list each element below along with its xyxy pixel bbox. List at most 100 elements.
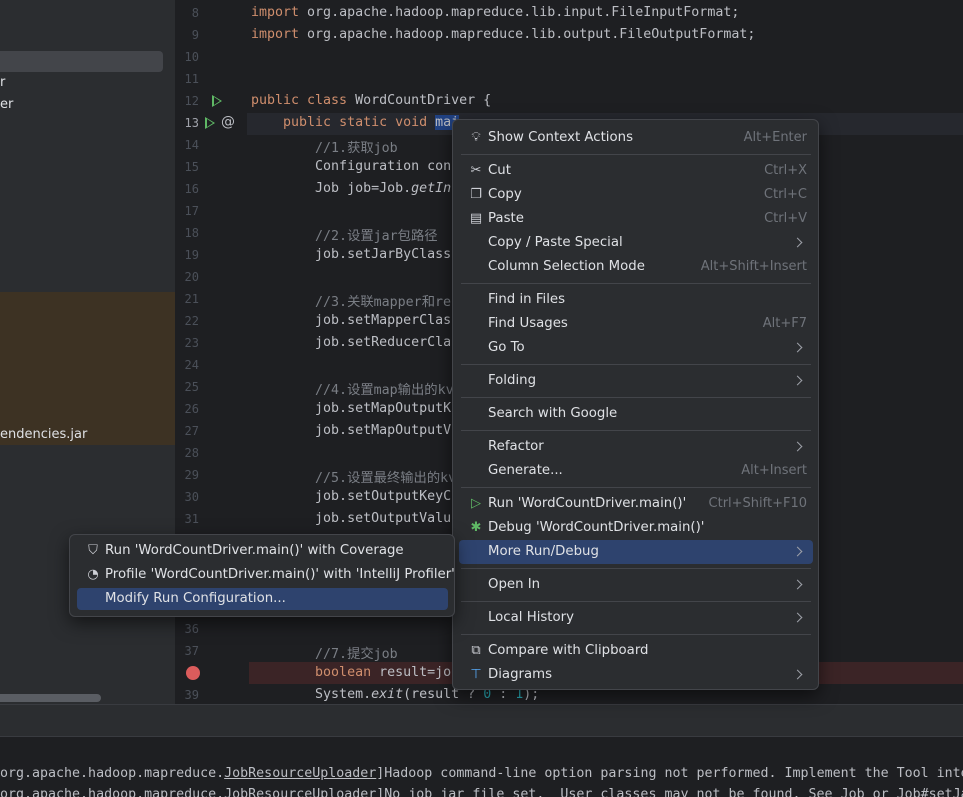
- code-line: import org.apache.hadoop.mapreduce.lib.o…: [251, 27, 756, 42]
- menu-modify-run-configuration[interactable]: Modify Run Configuration...: [77, 588, 448, 610]
- code-line: //5.设置最终输出的kv: [251, 471, 457, 486]
- menu-find-usages[interactable]: Find Usages Alt+F7: [459, 312, 813, 336]
- line-number: 21: [184, 292, 199, 306]
- menu-copy-paste-special[interactable]: Copy / Paste Special: [459, 231, 813, 255]
- menu-separator: [461, 154, 811, 155]
- editor-context-menu[interactable]: 💡︎ Show Context Actions Alt+Enter ✂ Cut …: [452, 119, 819, 690]
- menu-local-history[interactable]: Local History: [459, 606, 813, 630]
- chevron-right-icon: [792, 579, 803, 590]
- line-number: 28: [184, 446, 199, 460]
- code-line: //7.提交job: [251, 647, 398, 662]
- menu-separator: [461, 634, 811, 635]
- code-line: public class WordCountDriver {: [251, 93, 492, 108]
- override-at-icon[interactable]: @: [221, 114, 235, 130]
- menu-separator: [461, 487, 811, 488]
- menu-more-run-debug[interactable]: More Run/Debug: [459, 540, 813, 564]
- line-number: 25: [184, 380, 199, 394]
- more-run-debug-submenu[interactable]: ⛉ Run 'WordCountDriver.main()' with Cove…: [69, 534, 455, 617]
- line-number: 29: [184, 468, 199, 482]
- chevron-right-icon: [792, 546, 803, 557]
- coverage-shield-icon: ⛉: [88, 543, 98, 558]
- menu-generate[interactable]: Generate... Alt+Insert: [459, 459, 813, 483]
- menu-folding[interactable]: Folding: [459, 369, 813, 393]
- run-gutter-icon[interactable]: [205, 117, 215, 129]
- code-line: import org.apache.hadoop.mapreduce.lib.i…: [251, 5, 740, 20]
- scissors-icon: ✂: [470, 163, 482, 178]
- line-number: 23: [184, 336, 199, 350]
- chevron-right-icon: [792, 237, 803, 248]
- chevron-right-icon: [792, 669, 803, 680]
- menu-copy[interactable]: ❐ Copy Ctrl+C: [459, 183, 813, 207]
- code-line: job.setMapOutputK: [251, 401, 452, 416]
- line-number: 22: [184, 314, 199, 328]
- bug-icon: ✱: [470, 520, 482, 535]
- profiler-icon: ◔: [87, 567, 99, 582]
- menu-search-with-google[interactable]: Search with Google: [459, 402, 813, 426]
- menu-diagrams[interactable]: ⊤ Diagrams: [459, 663, 813, 687]
- line-number: 18: [184, 226, 199, 240]
- chevron-right-icon: [792, 342, 803, 353]
- menu-show-context-actions[interactable]: 💡︎ Show Context Actions Alt+Enter: [459, 126, 813, 150]
- console-line: org.apache.hadoop.mapreduce.JobResourceU…: [0, 766, 963, 781]
- menu-debug[interactable]: ✱ Debug 'WordCountDriver.main()': [459, 516, 813, 540]
- menu-paste[interactable]: ▤ Paste Ctrl+V: [459, 207, 813, 231]
- code-line: job.setOutputKeyC: [251, 489, 452, 504]
- menu-refactor[interactable]: Refactor: [459, 435, 813, 459]
- tree-item-fragment[interactable]: er: [0, 97, 13, 112]
- tool-window-tabs[interactable]: [0, 704, 963, 737]
- code-line: job.setMapOutputV: [251, 423, 452, 438]
- line-number: 20: [184, 270, 199, 284]
- menu-separator: [461, 283, 811, 284]
- line-number: 17: [184, 204, 199, 218]
- chevron-right-icon: [792, 612, 803, 623]
- menu-find-in-files[interactable]: Find in Files: [459, 288, 813, 312]
- menu-separator: [461, 568, 811, 569]
- code-line: //1.获取job: [251, 141, 398, 156]
- menu-separator: [461, 364, 811, 365]
- menu-run[interactable]: ▷ Run 'WordCountDriver.main()' Ctrl+Shif…: [459, 492, 813, 516]
- menu-compare-with-clipboard[interactable]: ⧉ Compare with Clipboard: [459, 639, 813, 663]
- chevron-right-icon: [792, 441, 803, 452]
- line-number: 15: [184, 160, 199, 174]
- line-number: 31: [184, 512, 199, 526]
- selected-tree-row[interactable]: [0, 51, 163, 72]
- paste-icon: ▤: [469, 211, 483, 226]
- code-line: job.setOutputValu: [251, 511, 452, 526]
- line-number: 14: [184, 138, 199, 152]
- menu-separator: [461, 430, 811, 431]
- breakpoint-icon[interactable]: [186, 666, 200, 680]
- line-number: 27: [184, 424, 199, 438]
- line-number: 12: [184, 94, 199, 108]
- menu-separator: [461, 601, 811, 602]
- code-line: //2.设置jar包路径: [251, 229, 438, 244]
- sidebar-horizontal-scrollbar[interactable]: [0, 694, 101, 702]
- code-line: Configuration con: [251, 159, 452, 174]
- excluded-folder-highlight: [0, 292, 175, 445]
- run-icon: ▷: [471, 496, 481, 511]
- line-number: 9: [191, 28, 199, 42]
- code-line: job.setJarByClass: [251, 247, 452, 262]
- line-number: 26: [184, 402, 199, 416]
- menu-column-selection-mode[interactable]: Column Selection Mode Alt+Shift+Insert: [459, 255, 813, 279]
- menu-profile[interactable]: ◔ Profile 'WordCountDriver.main()' with …: [77, 564, 455, 586]
- menu-cut[interactable]: ✂ Cut Ctrl+X: [459, 159, 813, 183]
- run-gutter-icon[interactable]: [212, 95, 222, 107]
- line-number: 24: [184, 358, 199, 372]
- line-number: 8: [191, 6, 199, 20]
- line-number: 36: [184, 622, 199, 636]
- line-number: 19: [184, 248, 199, 262]
- menu-run-with-coverage[interactable]: ⛉ Run 'WordCountDriver.main()' with Cove…: [77, 540, 448, 562]
- code-line: boolean result=jo: [251, 665, 452, 680]
- code-line: job.setMapperClas: [251, 313, 452, 328]
- lightbulb-icon: 💡︎: [471, 130, 481, 145]
- run-console[interactable]: org.apache.hadoop.mapreduce.JobResourceU…: [0, 736, 963, 797]
- menu-separator: [461, 397, 811, 398]
- line-number: 37: [184, 644, 199, 658]
- line-number: 39: [184, 688, 199, 702]
- tree-item-jar[interactable]: endencies.jar: [0, 427, 87, 442]
- code-line: public static void mai: [283, 115, 460, 130]
- menu-go-to[interactable]: Go To: [459, 336, 813, 360]
- line-number: 10: [184, 50, 199, 64]
- menu-open-in[interactable]: Open In: [459, 573, 813, 597]
- tree-item-fragment[interactable]: r: [0, 75, 5, 90]
